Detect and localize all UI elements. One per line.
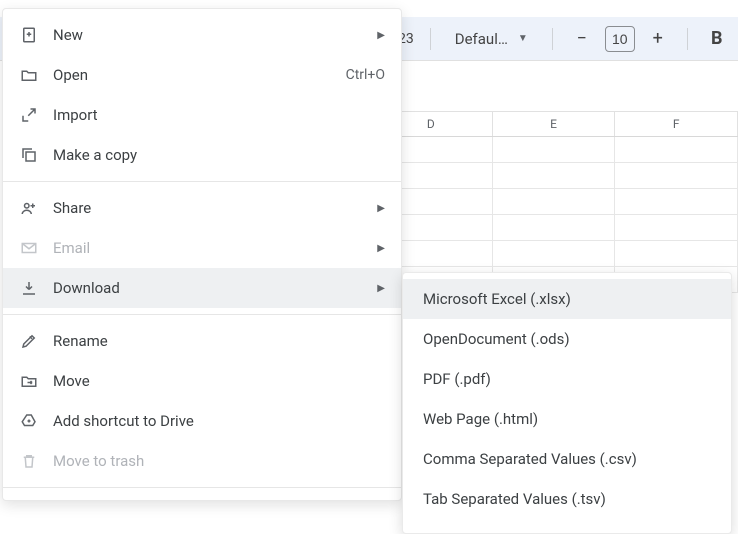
- submenu-item-ods[interactable]: OpenDocument (.ods): [403, 319, 731, 359]
- menu-item-label: Rename: [53, 332, 108, 350]
- rename-icon: [19, 331, 39, 351]
- chevron-right-icon: ▶: [377, 30, 385, 41]
- file-menu: New ▶ Open Ctrl+O Import Make a copy Sha…: [2, 8, 402, 501]
- import-icon: [19, 105, 39, 125]
- bold-button[interactable]: B: [704, 26, 730, 52]
- menu-item-new[interactable]: New ▶: [3, 15, 401, 55]
- toolbar-separator: [552, 28, 553, 50]
- menu-item-open[interactable]: Open Ctrl+O: [3, 55, 401, 95]
- trash-icon: [19, 451, 39, 471]
- chevron-right-icon: ▶: [377, 243, 385, 254]
- menu-item-import[interactable]: Import: [3, 95, 401, 135]
- submenu-item-label: PDF (.pdf): [423, 370, 491, 388]
- font-name-label: Defaul…: [455, 30, 508, 48]
- menu-item-label: Email: [53, 239, 90, 257]
- folder-icon: [19, 65, 39, 85]
- menu-item-move[interactable]: Move: [3, 361, 401, 401]
- menu-separator: [3, 181, 401, 182]
- menu-item-move-to-trash: Move to trash: [3, 441, 401, 481]
- menu-item-email: Email ▶: [3, 228, 401, 268]
- new-icon: [19, 25, 39, 45]
- increase-font-size-button[interactable]: +: [645, 26, 671, 52]
- submenu-item-label: Microsoft Excel (.xlsx): [423, 290, 571, 308]
- submenu-item-tsv[interactable]: Tab Separated Values (.tsv): [403, 479, 731, 519]
- chevron-right-icon: ▶: [377, 283, 385, 294]
- column-headers: D E F: [370, 111, 738, 137]
- menu-shortcut: Ctrl+O: [346, 67, 385, 83]
- menu-item-add-shortcut[interactable]: Add shortcut to Drive: [3, 401, 401, 441]
- submenu-item-label: Comma Separated Values (.csv): [423, 450, 637, 468]
- email-icon: [19, 238, 39, 258]
- menu-item-label: Import: [53, 106, 98, 124]
- menu-item-label: Move to trash: [53, 452, 144, 470]
- menu-separator: [3, 487, 401, 488]
- menu-item-label: Make a copy: [53, 146, 137, 164]
- chevron-right-icon: ▶: [377, 203, 385, 214]
- menu-separator: [3, 314, 401, 315]
- menu-item-label: Download: [53, 279, 120, 297]
- menu-item-label: Open: [53, 66, 88, 84]
- column-header[interactable]: F: [615, 112, 738, 136]
- menu-item-label: Move: [53, 372, 90, 390]
- decrease-font-size-button[interactable]: −: [569, 26, 595, 52]
- menu-item-label: Share: [53, 199, 91, 217]
- drive-shortcut-icon: [19, 411, 39, 431]
- column-header[interactable]: E: [493, 112, 616, 136]
- submenu-item-label: OpenDocument (.ods): [423, 330, 570, 348]
- share-icon: [19, 198, 39, 218]
- submenu-item-pdf[interactable]: PDF (.pdf): [403, 359, 731, 399]
- submenu-item-xlsx[interactable]: Microsoft Excel (.xlsx): [403, 279, 731, 319]
- font-select[interactable]: Defaul… ▼: [447, 30, 536, 48]
- menu-item-label: New: [53, 26, 83, 44]
- copy-icon: [19, 145, 39, 165]
- submenu-item-label: Tab Separated Values (.tsv): [423, 490, 606, 508]
- menu-item-make-a-copy[interactable]: Make a copy: [3, 135, 401, 175]
- toolbar-separator: [430, 28, 431, 50]
- submenu-item-html[interactable]: Web Page (.html): [403, 399, 731, 439]
- menu-item-rename[interactable]: Rename: [3, 321, 401, 361]
- download-submenu: Microsoft Excel (.xlsx) OpenDocument (.o…: [402, 272, 732, 534]
- chevron-down-icon: ▼: [518, 33, 528, 44]
- submenu-item-csv[interactable]: Comma Separated Values (.csv): [403, 439, 731, 479]
- download-icon: [19, 278, 39, 298]
- font-size-input[interactable]: [605, 26, 635, 52]
- submenu-item-label: Web Page (.html): [423, 410, 538, 428]
- toolbar-separator: [687, 28, 688, 50]
- menu-item-label: Add shortcut to Drive: [53, 412, 194, 430]
- menu-item-share[interactable]: Share ▶: [3, 188, 401, 228]
- move-icon: [19, 371, 39, 391]
- menu-item-download[interactable]: Download ▶: [3, 268, 401, 308]
